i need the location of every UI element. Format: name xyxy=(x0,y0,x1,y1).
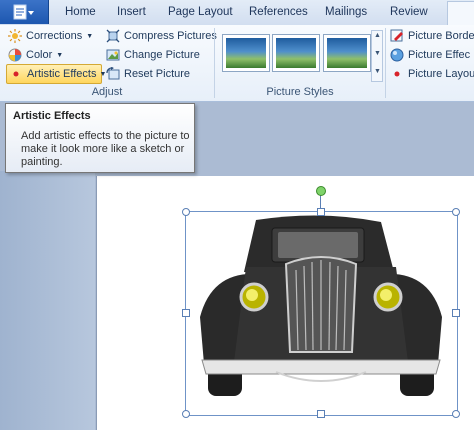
corrections-label: Corrections xyxy=(26,30,83,42)
resize-handle-top[interactable] xyxy=(317,208,325,216)
adjust-group-label: Adjust xyxy=(91,86,123,98)
compress-pictures-button[interactable]: Compress Pictures xyxy=(106,27,217,45)
tab-references[interactable]: References xyxy=(249,6,308,18)
chevron-down-icon: ▼ xyxy=(86,32,94,40)
change-picture-label: Change Picture xyxy=(124,49,200,61)
style-preview-image xyxy=(226,38,266,68)
tab-format[interactable] xyxy=(447,1,474,26)
tab-page-layout[interactable]: Page Layout xyxy=(168,6,233,18)
tab-review[interactable]: Review xyxy=(390,6,428,18)
artistic-effects-button[interactable]: Artistic Effects ▼ xyxy=(6,64,106,84)
compress-pictures-label: Compress Pictures xyxy=(124,30,217,42)
picture-border-button[interactable]: Picture Borde xyxy=(390,27,474,45)
resize-handle-bottom-left[interactable] xyxy=(182,410,190,418)
color-icon xyxy=(8,48,22,62)
picture-border-icon xyxy=(390,29,404,43)
picture-effects-label: Picture Effec xyxy=(408,49,471,61)
picture-layout-icon xyxy=(390,67,404,81)
picture-selection-frame xyxy=(185,211,458,416)
reset-picture-icon xyxy=(106,67,120,81)
rotation-handle[interactable] xyxy=(316,186,326,196)
chevron-down-icon: ▼ xyxy=(56,51,64,59)
left-margin-area xyxy=(0,171,95,430)
tab-insert[interactable]: Insert xyxy=(117,6,146,18)
resize-handle-right[interactable] xyxy=(452,309,460,317)
scroll-up-icon[interactable]: ▲ xyxy=(374,32,381,39)
resize-handle-bottom-right[interactable] xyxy=(452,410,460,418)
color-label: Color xyxy=(26,49,53,61)
tooltip-title: Artistic Effects xyxy=(13,110,91,122)
reset-picture-button[interactable]: Reset Picture xyxy=(106,65,190,83)
picture-styles-group-label: Picture Styles xyxy=(266,86,334,98)
resize-handle-top-left[interactable] xyxy=(182,208,190,216)
artistic-effects-icon xyxy=(9,67,23,81)
scroll-down-icon[interactable]: ▼ xyxy=(374,50,381,57)
resize-handle-bottom[interactable] xyxy=(317,410,325,418)
group-divider xyxy=(214,28,215,98)
resize-handle-left[interactable] xyxy=(182,309,190,317)
styles-gallery-scroller: ▲ ▼ ▼ xyxy=(371,30,383,82)
picture-effects-icon xyxy=(390,48,404,62)
picture-style-option-1[interactable] xyxy=(222,34,270,72)
tab-mailings[interactable]: Mailings xyxy=(325,6,367,18)
picture-effects-button[interactable]: Picture Effec xyxy=(390,46,470,64)
style-preview-image xyxy=(327,38,367,68)
picture-border-label: Picture Borde xyxy=(408,30,474,42)
color-button[interactable]: Color ▼ xyxy=(8,46,63,64)
reset-picture-label: Reset Picture xyxy=(124,68,191,80)
word-app-icon xyxy=(13,4,34,20)
compress-pictures-icon xyxy=(106,29,120,43)
picture-layout-label: Picture Layou xyxy=(408,68,474,80)
artistic-effects-label: Artistic Effects xyxy=(27,68,97,80)
gallery-more-icon[interactable]: ▼ xyxy=(374,68,381,75)
artistic-effects-tooltip: Artistic Effects Add artistic effects to… xyxy=(5,103,195,173)
corrections-icon xyxy=(8,29,22,43)
file-menu-button[interactable] xyxy=(0,0,49,24)
change-picture-button[interactable]: Change Picture xyxy=(106,46,200,64)
tab-home[interactable]: Home xyxy=(65,6,96,18)
resize-handle-top-right[interactable] xyxy=(452,208,460,216)
picture-layout-button[interactable]: Picture Layou xyxy=(390,65,474,83)
corrections-button[interactable]: Corrections ▼ xyxy=(8,27,93,45)
picture-style-option-3[interactable] xyxy=(323,34,371,72)
group-divider xyxy=(385,28,386,98)
tooltip-description: Add artistic effects to the picture to m… xyxy=(21,130,190,168)
style-preview-image xyxy=(276,38,316,68)
picture-style-option-2[interactable] xyxy=(272,34,320,72)
change-picture-icon xyxy=(106,48,120,62)
